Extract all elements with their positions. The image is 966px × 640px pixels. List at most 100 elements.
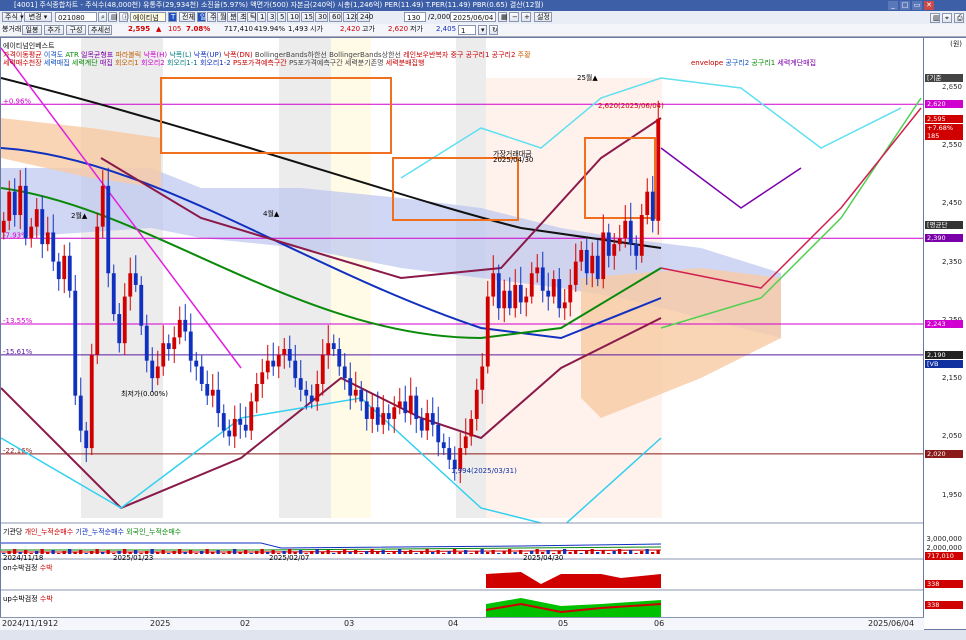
all-button[interactable]: 전체 — [179, 12, 195, 22]
timeframe-button-11[interactable]: 30 — [315, 12, 328, 22]
close-icon[interactable]: ✕ — [924, 1, 934, 10]
candle-body-94 — [518, 284, 523, 303]
chevron-down-icon[interactable]: ▾ — [478, 25, 487, 35]
calendar-icon[interactable]: ▦ — [498, 12, 508, 22]
legend-item-r2-0[interactable]: 세력매수천장 — [3, 59, 44, 67]
legend-item-r2-9[interactable]: PS포가격예측구간 — [289, 59, 345, 67]
timeframe-button-5[interactable]: 틱 — [247, 12, 256, 22]
open-label: 시가 — [310, 25, 323, 33]
stock-code-input[interactable]: 021080 — [55, 12, 97, 22]
refresh-icon[interactable]: ↻ — [489, 25, 498, 35]
volume-bar-103 — [568, 552, 572, 554]
volume-bar-91 — [502, 551, 506, 554]
volume-bar-75 — [414, 553, 418, 554]
legend-item-r2-3[interactable]: 매집 — [100, 59, 115, 67]
timeframe-button-14[interactable]: 240 — [357, 12, 373, 22]
volume-bar-70 — [387, 553, 391, 554]
maximize-icon[interactable]: □ — [900, 1, 910, 10]
tab-trendline[interactable]: 추세선 — [88, 25, 112, 35]
date-axis[interactable]: 2024/11/19 12 2025 02 03 04 05 06 2025/06/04 — [0, 617, 924, 631]
minimize-icon[interactable]: _ — [888, 1, 898, 10]
legend-item-r3-2[interactable]: 공구리1 — [751, 59, 777, 67]
institution-cumulative-label: 기관_누적순매수 — [75, 528, 124, 536]
left-tab-bong[interactable]: 봉거래 — [2, 24, 21, 35]
legend-item-r3-1[interactable]: 공구리2 — [725, 59, 751, 67]
legend-item-r3-3[interactable]: 세력계단매집 — [777, 59, 816, 67]
price-axis-flag-5: [평균단가]2,412 — [925, 221, 963, 237]
timeframe-button-12[interactable]: 60 — [329, 12, 342, 22]
tab-add[interactable]: 추가 — [44, 25, 64, 35]
info-icon[interactable]: ⓘ — [119, 12, 129, 22]
volume-bar-16 — [90, 551, 94, 554]
volume-bar-76 — [420, 551, 424, 554]
chart-area[interactable]: +0.96% -7.93% -13.55% -15.61% -22.16% 최저가(0.0… — [0, 37, 924, 630]
candle-body-79 — [436, 424, 441, 443]
search-icon[interactable]: ⌕ — [98, 12, 107, 22]
timeframe-button-10[interactable]: 15 — [301, 12, 314, 22]
legend-item-r2-4[interactable]: 회오리1 — [115, 59, 141, 67]
subpanel-3-labels: up수박검정 수박 — [3, 594, 53, 604]
legend-item-r2-8[interactable]: PS포가격예측구간 — [233, 59, 289, 67]
volume-bar-115 — [634, 553, 638, 554]
volume-bar-87 — [480, 549, 484, 554]
timeframe-button-13[interactable]: 120 — [343, 12, 359, 22]
candle-body-84 — [463, 436, 468, 449]
date-input[interactable]: 2025/06/04 — [450, 12, 496, 22]
change-button[interactable]: 변경 ▾ — [24, 12, 52, 22]
timeframe-button-7[interactable]: 3 — [267, 12, 276, 22]
type-select[interactable]: 주식 ▾ — [2, 12, 24, 22]
tab-daily[interactable]: 일봉 — [22, 25, 42, 35]
print-icon[interactable]: ⎙ — [954, 13, 964, 23]
tab-composition[interactable]: 구성 — [66, 25, 86, 35]
high-label: 고가 — [362, 25, 375, 33]
legend-item-r2-6[interactable]: 회오리1-1 — [167, 59, 200, 67]
candle-body-119 — [656, 118, 661, 221]
candle-body-43 — [238, 418, 243, 425]
subpanel-1-labels: 기관당 개인_누적순매수 기관_누적순매수 외국인_누적순매수 — [3, 527, 182, 537]
timeframe-button-1[interactable]: 주 — [207, 12, 216, 22]
zoom-out-icon[interactable]: − — [509, 12, 519, 22]
legend-item-12[interactable]: 중구 — [451, 51, 466, 59]
restore-icon[interactable]: ▭ — [912, 1, 922, 10]
timeframe-button-9[interactable]: 10 — [287, 12, 300, 22]
pin-icon[interactable]: ⌖ — [942, 13, 952, 23]
candle-body-12 — [67, 255, 72, 291]
timeframe-button-8[interactable]: 5 — [277, 12, 286, 22]
price-axis-flag-2: 2,595 — [925, 114, 963, 123]
bar-count-input[interactable]: 130 — [404, 12, 426, 22]
candle-body-77 — [425, 413, 430, 431]
page-input[interactable]: 1 — [458, 25, 476, 35]
settings-button[interactable]: 설정 — [534, 12, 552, 22]
legend-item-r2-5[interactable]: 회오리2 — [141, 59, 167, 67]
legend-item-r2-7[interactable]: 회오리1-2 — [200, 59, 233, 67]
date-axis-label-5: 04 — [448, 619, 459, 628]
legend-item-r2-2[interactable]: 세력계단 — [72, 59, 100, 67]
period-type-button[interactable]: T — [168, 12, 177, 22]
candle-body-17 — [95, 226, 100, 355]
legend-item-r3-0[interactable]: envelope — [691, 59, 725, 67]
zoom-in-icon[interactable]: + — [521, 12, 531, 22]
candle-body-28 — [155, 366, 160, 379]
date-axis-label-1: 12 — [48, 619, 59, 628]
legend-item-13[interactable]: 공구리1 — [466, 51, 492, 59]
date-axis-label-8: 2025/06/04 — [868, 619, 915, 628]
volume-bar-64 — [354, 550, 358, 554]
legend-item-r2-1[interactable]: 세력매집 — [44, 59, 72, 67]
timeframe-button-3[interactable]: 분 — [227, 12, 236, 22]
legend-item-14[interactable]: 공구리2 — [492, 51, 518, 59]
price-axis-flag-4: 185 — [925, 132, 963, 141]
price-axis-tick-2: 2,450 — [941, 199, 962, 208]
price-chart-svg[interactable]: +0.96%-7.93%-13.55%-15.61%-22.16%최저가(0.0… — [1, 38, 924, 630]
layout-icon[interactable]: ▥ — [930, 13, 940, 23]
timeframe-button-4[interactable]: 초 — [237, 12, 246, 22]
chart-icon[interactable]: ▤ — [108, 12, 118, 22]
legend-item-r2-11[interactable]: 세력분배집행 — [386, 59, 425, 67]
timeframe-button-6[interactable]: 1 — [257, 12, 266, 22]
candle-body-56 — [309, 395, 314, 402]
volume-bar-38 — [211, 552, 215, 554]
timeframe-button-0[interactable]: 일 — [197, 12, 206, 22]
legend-item-r2-10[interactable]: 세력분기존명 — [345, 59, 386, 67]
price-axis[interactable]: (원) 3,000,000 2,000,000 717,010 338 338 … — [924, 37, 966, 630]
legend-item-15[interactable]: 주황 — [518, 51, 531, 59]
timeframe-button-2[interactable]: 월 — [217, 12, 226, 22]
